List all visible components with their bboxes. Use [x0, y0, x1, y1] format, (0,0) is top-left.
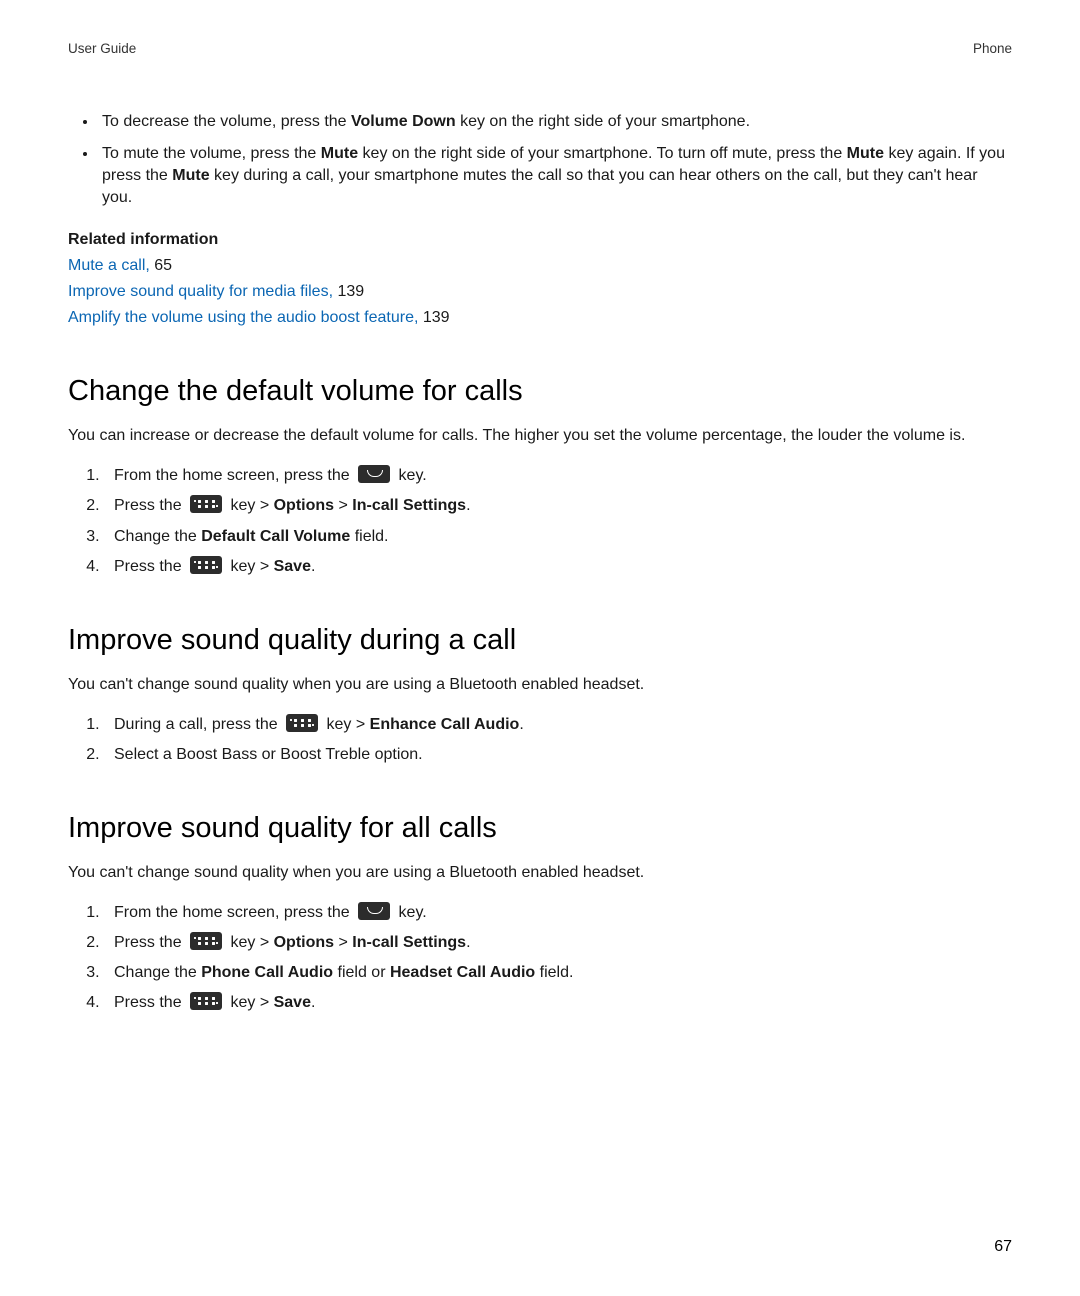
related-links: Mute a call, 65 Improve sound quality for… — [68, 255, 1012, 329]
list-item: Select a Boost Bass or Boost Treble opti… — [104, 744, 1012, 766]
header-right: Phone — [973, 40, 1012, 59]
menu-key-icon — [286, 714, 318, 732]
section-3-intro: You can't change sound quality when you … — [68, 862, 1012, 884]
text-run: > — [334, 497, 352, 514]
text-run: field. — [535, 964, 573, 981]
text-run: Options — [274, 497, 334, 514]
text-run: key during a call, your smartphone mutes… — [102, 167, 978, 206]
text-run: . — [311, 558, 315, 575]
text-run: In-call Settings — [352, 497, 466, 514]
text-run: field or — [333, 964, 390, 981]
text-run: Default Call Volume — [201, 528, 350, 545]
section-2-intro: You can't change sound quality when you … — [68, 674, 1012, 696]
related-line: Amplify the volume using the audio boost… — [68, 307, 1012, 329]
text-run: Mute — [321, 145, 358, 162]
text-run: Change the — [114, 528, 201, 545]
text-run: Volume Down — [351, 113, 456, 130]
list-item: To mute the volume, press the Mute key o… — [98, 143, 1012, 209]
list-item: From the home screen, press the key. — [104, 902, 1012, 924]
text-run: Select a Boost Bass or Boost Treble opti… — [114, 746, 423, 763]
section-3-steps: From the home screen, press the key. Pres… — [68, 902, 1012, 1014]
phone-key-icon — [358, 465, 390, 483]
text-run: key on the right side of your smartphone… — [358, 145, 847, 162]
text-run: From the home screen, press the — [114, 904, 354, 921]
text-run: Enhance Call Audio — [370, 716, 520, 733]
text-run: . — [466, 497, 470, 514]
text-run: From the home screen, press the — [114, 467, 354, 484]
text-run: . — [519, 716, 523, 733]
text-run: Press the — [114, 558, 186, 575]
text-run: Phone Call Audio — [201, 964, 333, 981]
list-item: Press the key > Save. — [104, 992, 1012, 1014]
related-link[interactable]: Mute a call, — [68, 257, 150, 274]
section-2-steps: During a call, press the key > Enhance C… — [68, 714, 1012, 766]
section-1-title: Change the default volume for calls — [68, 371, 1012, 411]
menu-key-icon — [190, 495, 222, 513]
list-item: Press the key > Save. — [104, 556, 1012, 578]
text-run: Options — [274, 934, 334, 951]
list-item: Change the Phone Call Audio field or Hea… — [104, 962, 1012, 984]
text-run: key > — [226, 994, 274, 1011]
text-run: key. — [394, 467, 427, 484]
page: User Guide Phone To decrease the volume,… — [0, 0, 1080, 1296]
related-heading: Related information — [68, 229, 1012, 251]
section-1-intro: You can increase or decrease the default… — [68, 425, 1012, 447]
list-item: Press the key > Options > In-call Settin… — [104, 932, 1012, 954]
related-line: Mute a call, 65 — [68, 255, 1012, 277]
page-header: User Guide Phone — [68, 40, 1012, 59]
menu-key-icon — [190, 556, 222, 574]
text-run: Press the — [114, 934, 186, 951]
list-item: From the home screen, press the key. — [104, 465, 1012, 487]
text-run: key > — [226, 497, 274, 514]
text-run: key > — [322, 716, 370, 733]
text-run: During a call, press the — [114, 716, 282, 733]
section-2-title: Improve sound quality during a call — [68, 620, 1012, 660]
text-run: Press the — [114, 994, 186, 1011]
menu-key-icon — [190, 992, 222, 1010]
text-run: Save — [274, 558, 311, 575]
text-run: In-call Settings — [352, 934, 466, 951]
text-run: field. — [350, 528, 388, 545]
text-run: . — [311, 994, 315, 1011]
text-run: Press the — [114, 497, 186, 514]
related-link[interactable]: Improve sound quality for media files, — [68, 283, 333, 300]
text-run: key > — [226, 934, 274, 951]
text-run: key. — [394, 904, 427, 921]
text-run: key on the right side of your smartphone… — [456, 113, 750, 130]
related-page: 139 — [418, 309, 449, 326]
related-link[interactable]: Amplify the volume using the audio boost… — [68, 309, 418, 326]
related-page: 139 — [333, 283, 364, 300]
text-run: Headset Call Audio — [390, 964, 535, 981]
list-item: To decrease the volume, press the Volume… — [98, 111, 1012, 133]
text-run: key > — [226, 558, 274, 575]
section-3-title: Improve sound quality for all calls — [68, 808, 1012, 848]
text-run: Mute — [172, 167, 209, 184]
list-item: Press the key > Options > In-call Settin… — [104, 495, 1012, 517]
text-run: Mute — [847, 145, 884, 162]
text-run: Change the — [114, 964, 201, 981]
phone-key-icon — [358, 902, 390, 920]
top-bullet-list: To decrease the volume, press the Volume… — [68, 111, 1012, 209]
text-run: Save — [274, 994, 311, 1011]
related-info: Related information Mute a call, 65 Impro… — [68, 229, 1012, 329]
list-item: Change the Default Call Volume field. — [104, 526, 1012, 548]
list-item: During a call, press the key > Enhance C… — [104, 714, 1012, 736]
related-line: Improve sound quality for media files, 1… — [68, 281, 1012, 303]
text-run: To decrease the volume, press the — [102, 113, 351, 130]
text-run: > — [334, 934, 352, 951]
text-run: To mute the volume, press the — [102, 145, 321, 162]
related-page: 65 — [150, 257, 172, 274]
page-number: 67 — [994, 1236, 1012, 1258]
section-1-steps: From the home screen, press the key. Pres… — [68, 465, 1012, 577]
menu-key-icon — [190, 932, 222, 950]
header-left: User Guide — [68, 40, 136, 59]
text-run: . — [466, 934, 470, 951]
